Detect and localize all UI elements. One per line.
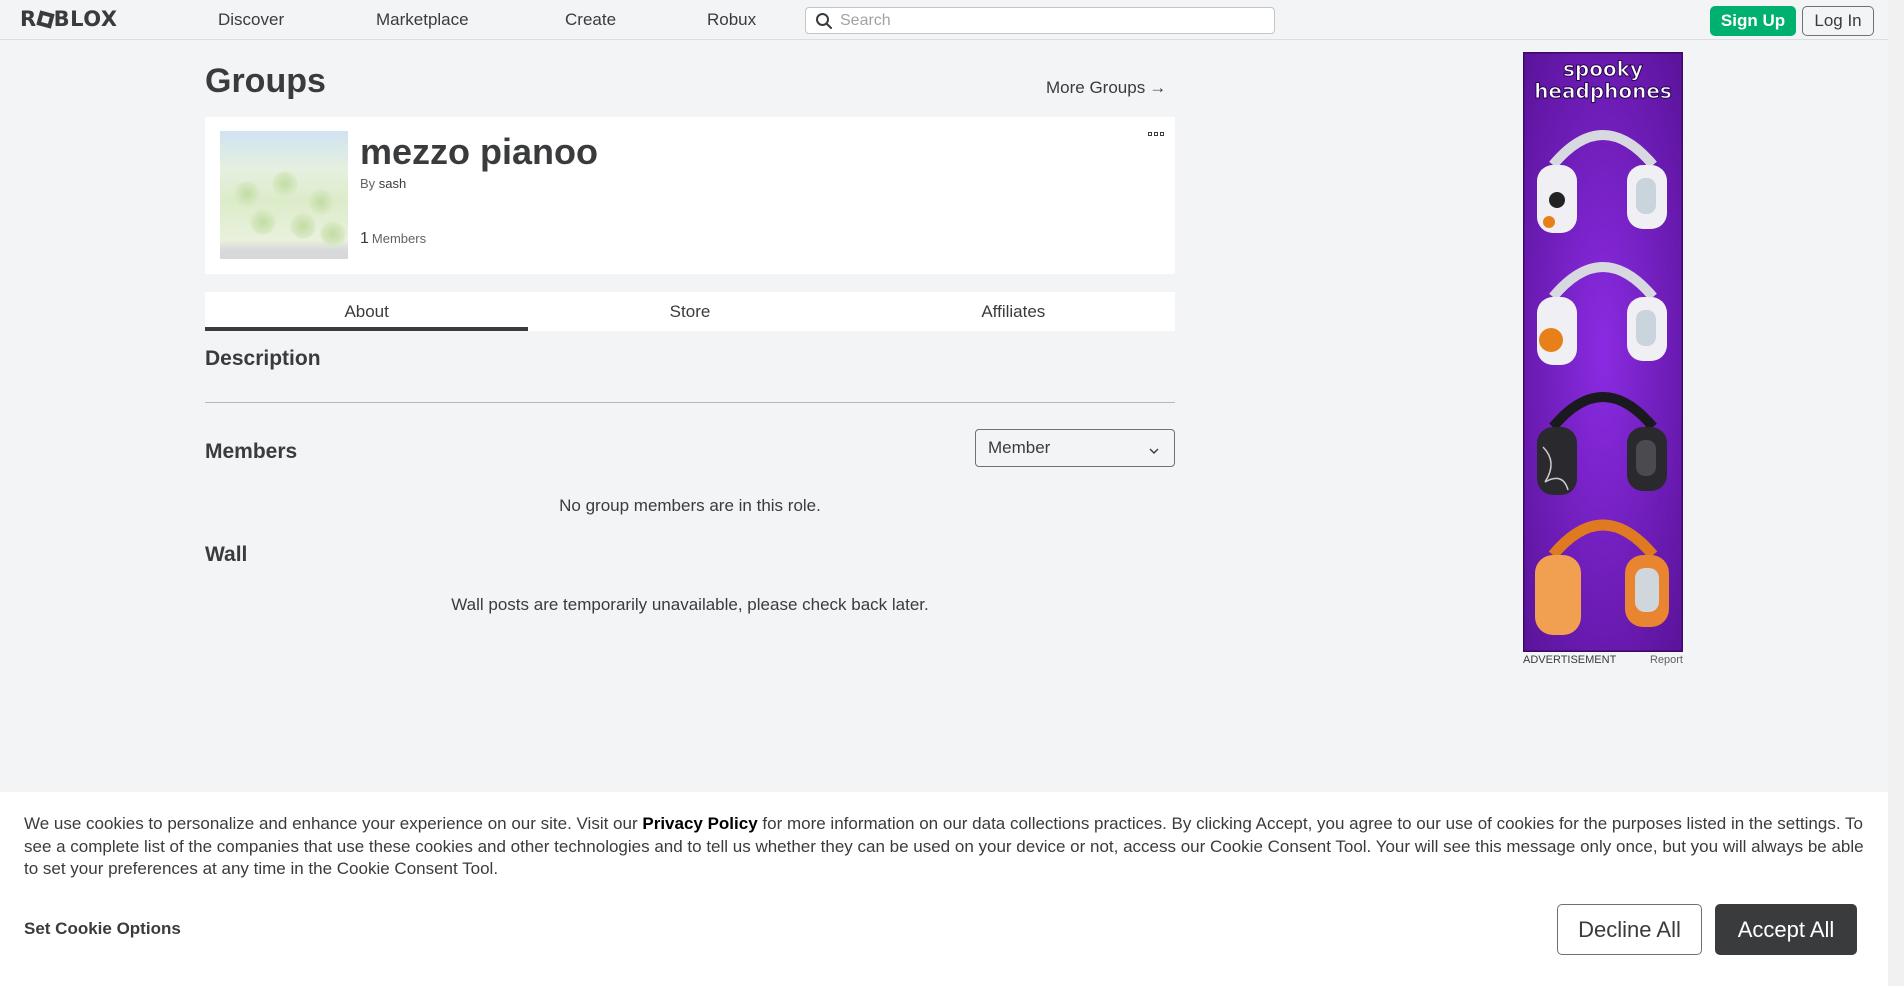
more-groups-link[interactable]: More Groups → [1046, 78, 1166, 98]
more-groups-label: More Groups [1046, 78, 1146, 97]
group-owner-line: By sash [360, 176, 406, 191]
role-dropdown-value: Member [988, 438, 1051, 457]
top-nav: R BLOX Discover Marketplace Create Robux … [0, 0, 1888, 40]
cookie-text: We use cookies to personalize and enhanc… [24, 813, 1874, 881]
group-header-card: mezzo pianoo By sash 1 Members [205, 117, 1175, 274]
privacy-policy-link[interactable]: Privacy Policy [642, 814, 757, 833]
cookie-text-before: We use cookies to personalize and enhanc… [24, 814, 643, 833]
chevron-down-icon [1148, 442, 1160, 462]
nav-discover[interactable]: Discover [218, 10, 284, 30]
arrow-right-icon: → [1149, 78, 1167, 97]
ad-banner[interactable]: spooky headphones [1523, 52, 1683, 652]
emblem-clover [308, 189, 334, 215]
search-box[interactable] [805, 7, 1275, 34]
emblem-clover [272, 171, 298, 197]
group-name: mezzo pianoo [360, 131, 599, 172]
search-icon [812, 9, 836, 33]
group-member-count: 1 Members [360, 230, 426, 248]
owner-link[interactable]: sash [379, 176, 406, 191]
member-count-value: 1 [360, 230, 369, 247]
by-label: By [360, 176, 376, 191]
accept-all-button[interactable]: Accept All [1715, 904, 1857, 955]
set-cookie-options-button[interactable]: Set Cookie Options [24, 919, 181, 939]
nav-marketplace[interactable]: Marketplace [376, 10, 469, 30]
tab-affiliates[interactable]: Affiliates [852, 292, 1175, 331]
more-options-icon[interactable] [1146, 127, 1166, 141]
search-input[interactable] [840, 11, 1260, 30]
description-heading: Description [205, 347, 321, 370]
ad-footer: ADVERTISEMENT Report [1523, 654, 1683, 666]
members-heading: Members [205, 440, 298, 463]
group-tabs: About Store Affiliates [205, 292, 1175, 331]
roblox-logo[interactable]: R BLOX [20, 7, 118, 31]
login-button[interactable]: Log In [1802, 6, 1874, 36]
member-count-label: Members [371, 231, 427, 246]
cookie-banner: We use cookies to personalize and enhanc… [0, 792, 1888, 986]
emblem-clover [234, 181, 260, 207]
tab-store[interactable]: Store [528, 292, 851, 331]
nav-robux[interactable]: Robux [707, 10, 756, 30]
role-dropdown[interactable]: Member [975, 429, 1175, 467]
ad-headline-2: headphones [1534, 79, 1672, 103]
page-title: Groups [205, 62, 326, 100]
group-emblem [220, 131, 348, 259]
nav-create[interactable]: Create [565, 10, 616, 30]
emblem-clover [250, 209, 276, 235]
ad-label: ADVERTISEMENT [1523, 654, 1617, 666]
decline-all-button[interactable]: Decline All [1557, 904, 1702, 955]
wall-message: Wall posts are temporarily unavailable, … [451, 595, 929, 614]
page-scrollbar[interactable] [1888, 0, 1904, 986]
emblem-clover [320, 221, 346, 247]
wall-heading: Wall [205, 543, 248, 566]
signup-button[interactable]: Sign Up [1710, 6, 1796, 36]
section-divider [205, 402, 1175, 403]
members-empty-message: No group members are in this role. [559, 496, 821, 515]
ad-headline-1: spooky [1563, 57, 1643, 81]
emblem-clover [290, 213, 316, 239]
tab-about[interactable]: About [205, 292, 529, 331]
ad-report-link[interactable]: Report [1650, 654, 1683, 666]
ad-artwork: spooky headphones [1523, 52, 1683, 652]
